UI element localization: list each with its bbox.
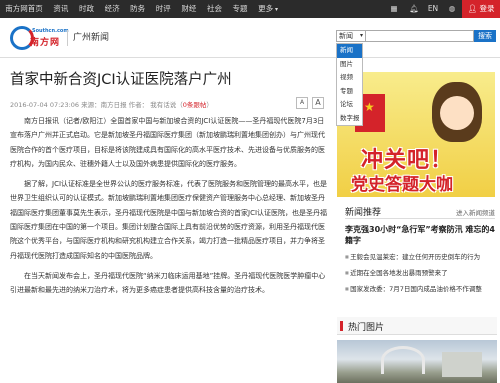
dropdown-option-epaper[interactable]: 数字报 — [337, 112, 362, 126]
grid-icon[interactable]: ▦ — [384, 0, 404, 18]
nav-politics[interactable]: 时政 — [74, 0, 100, 18]
dropdown-option-topics[interactable]: 专题 — [337, 85, 362, 99]
nav-finance[interactable]: 财经 — [176, 0, 202, 18]
search-category-select[interactable]: 新闻 — [336, 30, 366, 42]
hot-photo-image[interactable] — [337, 340, 497, 383]
logo-name: 南方网 — [30, 38, 61, 48]
login-label: 登录 — [479, 4, 495, 13]
site-logo[interactable]: Southcn.com 南方网 — [10, 26, 70, 52]
news-channel-link[interactable]: 进入新闻频道 — [456, 207, 495, 217]
top-nav: 南方网首页 资讯 时政 经济 防务 时评 财经 社会 专题 更多 — [0, 0, 283, 18]
nav-economy[interactable]: 经济 — [99, 0, 125, 18]
search-button[interactable]: 搜索 — [474, 30, 496, 42]
article-paragraph: 据了解，JCI认证标准是全世界公认的医疗服务标准，代表了医院服务和医院管理的最高… — [10, 180, 328, 260]
top-right-tools: ▦ 🔔︎ EN ◍ 👤︎ 登录 — [384, 0, 500, 18]
list-item[interactable]: 国家发改委：7月7日国内成品油价格不作调整 — [345, 281, 497, 297]
header-divider — [67, 30, 68, 46]
dropdown-option-news[interactable]: 新闻 — [337, 44, 362, 58]
article-body: 南方日报讯（记者/欧阳江）全国首家中国与新加坡合资的JCI认证医院——圣丹福现代… — [10, 114, 328, 304]
cartoon-face — [440, 96, 474, 130]
photo-building — [442, 352, 482, 377]
news-recommend-header: 新闻推荐 进入新闻频道 — [345, 205, 495, 219]
hot-photos-header: 热门图片 — [337, 317, 497, 335]
nav-more[interactable]: 更多 — [253, 0, 284, 19]
dropdown-option-photos[interactable]: 图片 — [337, 58, 362, 72]
photo-dome — [381, 346, 425, 374]
nav-society[interactable]: 社会 — [202, 0, 228, 18]
dropdown-option-video[interactable]: 视频 — [337, 71, 362, 85]
article-paragraph: 在当天新闻发布会上，圣丹福现代医院“纳米刀临床运用基地”挂牌。圣丹福现代医院医学… — [10, 271, 326, 295]
section-title[interactable]: 广州新闻 — [73, 30, 109, 43]
font-decrease-button[interactable]: A — [296, 97, 308, 109]
english-link[interactable]: EN — [424, 0, 442, 18]
recommend-headline[interactable]: 李克强30小时“急行军”考察防汛 难忘的4籍字 — [345, 224, 497, 246]
list-item[interactable]: 近期在全国各地发出暴雨预警来了 — [345, 265, 497, 281]
globe-icon[interactable]: ◍ — [442, 0, 462, 18]
nav-topics[interactable]: 专题 — [227, 0, 253, 18]
user-icon: 👤︎ — [467, 4, 478, 13]
recommend-list: 王毅会见温莱宏：建立任何开历史倒车的行为 近期在全国各地发出暴雨预警来了 国家发… — [345, 249, 497, 297]
meta-info: 2016-07-04 07:23:06 来源：南方日报 作者： 我有话说（ — [10, 101, 183, 109]
hot-photos-title: 热门图片 — [348, 323, 385, 333]
article-paragraph: 南方日报讯（记者/欧阳江）全国首家中国与新加坡合资的JCI认证医院——圣丹福现代… — [10, 117, 325, 168]
login-button[interactable]: 👤︎ 登录 — [462, 0, 500, 18]
search-category-dropdown: 新闻 图片 视频 专题 论坛 数字报 — [336, 43, 363, 126]
logo-site: Southcn.com — [32, 28, 69, 34]
nav-news[interactable]: 资讯 — [48, 0, 74, 18]
bell-icon[interactable]: 🔔︎ — [404, 0, 424, 18]
top-nav-bar: 南方网首页 资讯 时政 经济 防务 时评 财经 社会 专题 更多 ▦ 🔔︎ EN… — [0, 0, 500, 18]
ad-slogan-sub: 党史答题大咖 — [351, 175, 453, 195]
meta-suffix: ） — [206, 101, 213, 109]
article-title: 首家中新合资JCI认证医院落户广州 — [10, 72, 232, 88]
news-recommend-title: 新闻推荐 — [345, 208, 382, 218]
search-input[interactable] — [366, 30, 474, 42]
font-increase-button[interactable]: A — [312, 97, 324, 109]
comment-count-link[interactable]: 0条跟帖 — [183, 101, 207, 109]
dropdown-option-forum[interactable]: 论坛 — [337, 98, 362, 112]
article-meta: 2016-07-04 07:23:06 来源：南方日报 作者： 我有话说（0条跟… — [10, 99, 213, 109]
nav-defense[interactable]: 防务 — [125, 0, 151, 18]
nav-home[interactable]: 南方网首页 — [0, 0, 48, 18]
nav-commentary[interactable]: 时评 — [150, 0, 176, 18]
list-item[interactable]: 王毅会见温莱宏：建立任何开历史倒车的行为 — [345, 249, 497, 265]
